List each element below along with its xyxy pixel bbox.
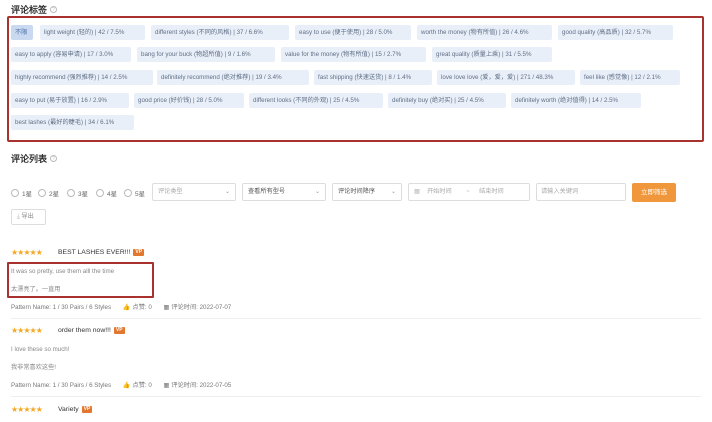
chevron-down-icon: ⌄ bbox=[390, 189, 396, 195]
review-title: Variety VP bbox=[58, 406, 93, 413]
review-title: BEST LASHES EVER!!! VP bbox=[58, 249, 145, 256]
info-icon: ? bbox=[50, 155, 58, 162]
tag-item[interactable]: easy to put (易于放置) | 16 / 2.9% bbox=[11, 93, 129, 108]
tag-item[interactable]: value for the money (物有所值) | 15 / 2.7% bbox=[281, 47, 426, 62]
tags-section-title: 评论标签 ? bbox=[11, 3, 58, 16]
download-icon: ⤓ bbox=[17, 213, 20, 220]
start-date-input[interactable]: 开始时间 bbox=[427, 184, 452, 200]
filter-submit-button[interactable]: 立即筛选 bbox=[632, 183, 676, 202]
divider bbox=[11, 396, 701, 397]
radio-circle[interactable] bbox=[96, 189, 104, 197]
star-rating: ★★★★★ bbox=[11, 326, 43, 335]
date-range-picker[interactable]: ▦ 开始时间 ~ 结束时间 bbox=[408, 183, 530, 201]
tag-item[interactable]: different looks (不同的外观) | 25 / 4.5% bbox=[249, 93, 383, 108]
tag-item[interactable]: different styles (不同的风格) | 37 / 6.6% bbox=[151, 25, 289, 40]
review-translation: 太漂亮了。一直用 bbox=[11, 286, 61, 293]
rating-2-star[interactable]: 2星 bbox=[38, 188, 59, 198]
sort-select[interactable]: 评论时间降序 ⌄ bbox=[332, 183, 402, 201]
chevron-down-icon: ⌄ bbox=[224, 189, 230, 195]
tag-item[interactable]: love love love (爱，爱，爱) | 271 / 48.3% bbox=[437, 70, 575, 85]
rating-4-star[interactable]: 4星 bbox=[96, 188, 117, 198]
tag-item[interactable]: best lashes (最好的睫毛) | 34 / 6.1% bbox=[11, 115, 134, 130]
tag-item[interactable]: definitely buy (绝对买) | 25 / 4.5% bbox=[388, 93, 506, 108]
vp-badge: VP bbox=[113, 327, 125, 334]
vp-badge: VP bbox=[133, 249, 145, 256]
tag-item[interactable]: bang for your buck (物超所值) | 9 / 1.6% bbox=[137, 47, 275, 62]
star-rating: ★★★★★ bbox=[11, 248, 43, 257]
review-type-select[interactable]: 评论类型 ⌄ bbox=[152, 183, 236, 201]
thumbs-up-icon: 👍 bbox=[122, 304, 131, 311]
radio-circle[interactable] bbox=[124, 189, 132, 197]
tag-item[interactable]: good quality (高品质) | 32 / 5.7% bbox=[558, 25, 673, 40]
tag-item[interactable]: easy to use (便于使用) | 28 / 5.0% bbox=[295, 25, 411, 40]
tag-item[interactable]: easy to apply (容易申请) | 17 / 3.0% bbox=[11, 47, 131, 62]
tag-item[interactable]: fast shipping (快速送货) | 8 / 1.4% bbox=[314, 70, 432, 85]
thumbs-up-icon: 👍 bbox=[122, 382, 131, 389]
rating-5-star[interactable]: 5星 bbox=[124, 188, 145, 198]
chevron-down-icon: ⌄ bbox=[314, 189, 320, 195]
end-date-input[interactable]: 结束时间 bbox=[479, 184, 504, 200]
calendar-icon: ▦ bbox=[163, 382, 170, 389]
radio-circle[interactable] bbox=[11, 189, 19, 197]
review-text: It was so pretty, use them alll the time bbox=[11, 268, 115, 275]
export-button[interactable]: ⤓ 导出 bbox=[11, 209, 46, 225]
tag-all[interactable]: 不限 bbox=[11, 25, 33, 40]
filter-bar: 1星 2星 3星 4星 5星 评论类型 ⌄ 查看所有型号 ⌄ 评论时间降序 ⌄ … bbox=[11, 183, 701, 203]
star-rating: ★★★★★ bbox=[11, 405, 43, 414]
tag-item[interactable]: great quality (质量上乘) | 31 / 5.5% bbox=[432, 47, 552, 62]
tag-item[interactable]: feel like (感觉像) | 12 / 2.1% bbox=[580, 70, 680, 85]
calendar-icon: ▦ bbox=[414, 188, 420, 195]
review-meta: Pattern Name: 1 / 30 Pairs / 6 Styles 👍 点… bbox=[11, 382, 232, 389]
info-icon: ? bbox=[50, 6, 58, 13]
tag-item[interactable]: light weight (轻的) | 42 / 7.5% bbox=[40, 25, 145, 40]
rating-3-star[interactable]: 3星 bbox=[67, 188, 88, 198]
vp-badge: VP bbox=[81, 406, 93, 413]
radio-circle[interactable] bbox=[38, 189, 46, 197]
review-text: I love these so much! bbox=[11, 346, 70, 353]
reviews-section-title: 评论列表 ? bbox=[11, 152, 58, 165]
radio-circle[interactable] bbox=[67, 189, 75, 197]
keyword-input[interactable]: 请输入关键词 bbox=[536, 183, 626, 201]
model-select[interactable]: 查看所有型号 ⌄ bbox=[242, 183, 326, 201]
calendar-icon: ▦ bbox=[163, 304, 170, 311]
tag-item[interactable]: definitely recommend (绝对推荐) | 19 / 3.4% bbox=[157, 70, 309, 85]
review-title: order them now!!! VP bbox=[58, 327, 125, 334]
tag-item[interactable]: good price (好价钱) | 28 / 5.0% bbox=[134, 93, 244, 108]
tag-item[interactable]: definitely worth (绝对值得) | 14 / 2.5% bbox=[511, 93, 641, 108]
tag-item[interactable]: highly recommend (强烈推荐) | 14 / 2.5% bbox=[11, 70, 153, 85]
tag-item[interactable]: worth the money (物有所值) | 26 / 4.6% bbox=[417, 25, 552, 40]
divider bbox=[11, 318, 701, 319]
review-meta: Pattern Name: 1 / 30 Pairs / 6 Styles 👍 点… bbox=[11, 304, 232, 311]
rating-1-star[interactable]: 1星 bbox=[11, 188, 32, 198]
date-separator: ~ bbox=[466, 188, 470, 195]
review-translation: 我非常喜欢这些! bbox=[11, 364, 57, 371]
